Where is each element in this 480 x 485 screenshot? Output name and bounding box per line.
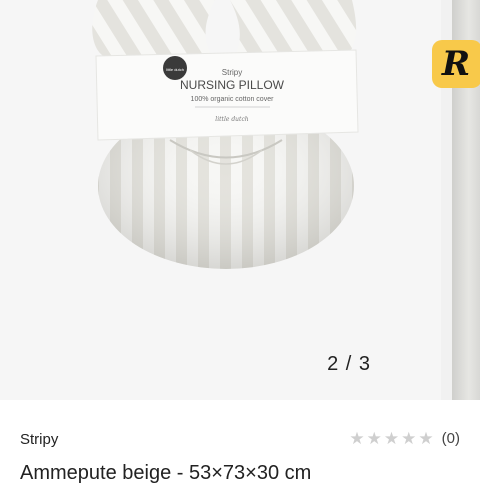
rating-count: (0) <box>441 430 460 447</box>
label-signature-text: little dutch <box>215 116 249 123</box>
label-logo-text: little dutch <box>166 67 184 72</box>
product-title: Ammepute beige - 53×73×30 cm <box>20 462 312 484</box>
star-icon: ★ <box>418 429 434 448</box>
label-brand-text: Stripy <box>222 68 242 77</box>
star-icon: ★ <box>366 429 382 448</box>
app-logo-letter: R <box>441 44 471 84</box>
product-image: little dutch Stripy NURSING PILLOW 100% … <box>92 0 359 269</box>
star-icon: ★ <box>383 429 400 448</box>
app-logo-badge[interactable]: R <box>432 40 480 88</box>
gallery-counter-text: 2 / 3 <box>327 353 371 375</box>
label-subtitle-text: 100% organic cotton cover <box>191 96 275 103</box>
gallery-slide-current[interactable]: little dutch Stripy NURSING PILLOW 100% … <box>0 0 441 400</box>
label-title-text: NURSING PILLOW <box>180 78 285 92</box>
product-brand[interactable]: Stripy <box>20 431 58 448</box>
star-icon: ★ <box>349 429 365 448</box>
product-rating[interactable]: ★ ★ ★ ★ ★ (0) <box>349 430 460 447</box>
gallery-counter: 2 / 3 <box>327 353 371 376</box>
image-gallery[interactable]: little dutch Stripy NURSING PILLOW 100% … <box>0 0 480 400</box>
star-icon: ★ <box>401 429 417 448</box>
